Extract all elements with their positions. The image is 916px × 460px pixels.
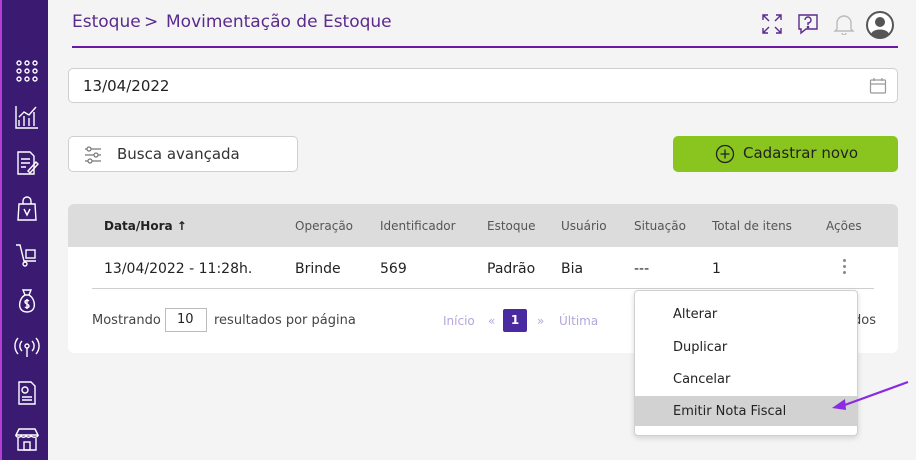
date-filter-field[interactable] (68, 68, 898, 103)
help-chat-icon[interactable] (796, 12, 820, 36)
showing-label: Mostrando (92, 313, 161, 328)
plus-circle-icon (715, 144, 735, 168)
per-page-select[interactable]: 10 (165, 308, 207, 332)
apps-grid-icon[interactable] (13, 57, 41, 85)
row-actions-menu: Alterar Duplicar Cancelar Emitir Nota Fi… (634, 290, 858, 436)
sliders-icon (83, 145, 103, 169)
cell-total-items: 1 (712, 261, 721, 277)
annotation-arrow-icon (832, 380, 909, 410)
sidebar (0, 0, 48, 460)
cell-datetime: 13/04/2022 - 11:28h. (104, 261, 253, 277)
store-icon[interactable] (13, 425, 41, 453)
user-avatar-icon[interactable] (866, 11, 894, 39)
calendar-icon[interactable] (869, 77, 887, 99)
column-header-stock[interactable]: Estoque (487, 219, 536, 233)
pagination-last[interactable]: Última (559, 314, 598, 328)
pagination-first[interactable]: Início (443, 314, 475, 328)
column-header-operation[interactable]: Operação (295, 219, 353, 233)
breadcrumb-parent[interactable]: Estoque (72, 12, 141, 32)
bell-icon[interactable] (832, 12, 856, 36)
header: Estoque > Movimentação de Estoque (72, 0, 898, 48)
advanced-search-button[interactable]: Busca avançada (68, 136, 298, 172)
cell-user: Bia (561, 261, 584, 277)
breadcrumb-separator: > (144, 12, 159, 32)
broadcast-icon[interactable] (13, 333, 41, 361)
cell-operation: Brinde (295, 261, 341, 277)
hand-truck-icon[interactable] (13, 241, 41, 269)
cell-stock: Padrão (487, 261, 536, 277)
create-new-label: Cadastrar novo (743, 144, 859, 162)
column-header-actions: Ações (826, 219, 862, 233)
menu-item-duplicar[interactable]: Duplicar (635, 332, 857, 362)
row-divider (92, 288, 874, 289)
column-header-user[interactable]: Usuário (561, 219, 607, 233)
page-title: Movimentação de Estoque (166, 12, 392, 32)
fullscreen-icon[interactable] (760, 12, 784, 36)
column-header-datetime[interactable]: Data/Hora ↑ (104, 219, 187, 233)
pagination-next[interactable]: » (537, 314, 544, 328)
row-actions-kebab-icon[interactable] (840, 259, 848, 277)
column-header-status[interactable]: Situação (634, 219, 686, 233)
date-input[interactable] (83, 75, 843, 97)
document-edit-icon[interactable] (13, 149, 41, 177)
pagination-prev[interactable]: « (488, 314, 495, 328)
menu-item-emitir-nota-fiscal[interactable]: Emitir Nota Fiscal (635, 396, 857, 426)
shopping-bag-icon[interactable] (13, 195, 41, 223)
advanced-search-label: Busca avançada (117, 145, 240, 163)
sort-ascending-icon: ↑ (176, 219, 187, 233)
menu-item-alterar[interactable]: Alterar (635, 299, 857, 329)
chart-icon[interactable] (13, 103, 41, 131)
per-page-suffix: resultados por página (214, 313, 356, 328)
cell-status: --- (634, 261, 650, 277)
report-icon[interactable] (13, 379, 41, 407)
money-bag-icon[interactable] (13, 287, 41, 315)
cell-identifier: 569 (380, 261, 407, 277)
table-row[interactable]: 13/04/2022 - 11:28h. Brinde 569 Padrão B… (68, 247, 898, 289)
column-header-total-items[interactable]: Total de itens (712, 219, 792, 233)
pagination-current-page[interactable]: 1 (503, 309, 527, 332)
main-content: Estoque > Movimentação de Estoque 13/04/… (48, 0, 916, 460)
table-header: Data/Hora ↑ Operação Identificador Estoq… (68, 204, 898, 247)
menu-item-cancelar[interactable]: Cancelar (635, 364, 857, 394)
column-header-identifier[interactable]: Identificador (380, 219, 456, 233)
create-new-button[interactable]: Cadastrar novo (673, 136, 898, 172)
